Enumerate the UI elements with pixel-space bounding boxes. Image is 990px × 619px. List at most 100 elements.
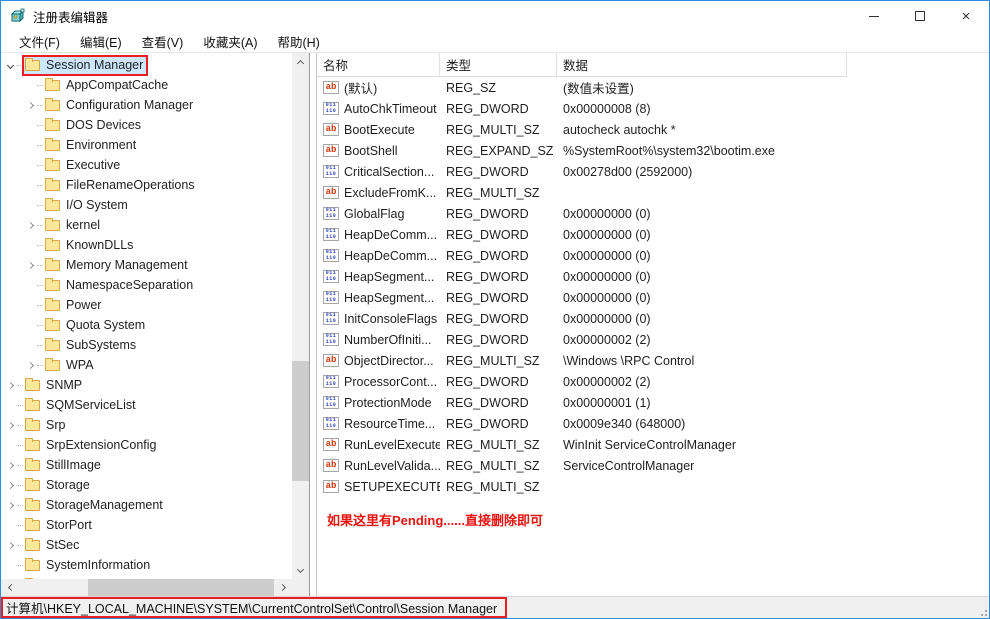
tree-item[interactable]: StorPort: [1, 515, 292, 535]
expand-chevron-icon[interactable]: [23, 175, 37, 195]
tree-item[interactable]: WPA: [1, 355, 292, 375]
registry-value-row[interactable]: ab ObjectDirector... REG_MULTI_SZ \Windo…: [317, 350, 989, 371]
expand-chevron-icon[interactable]: [3, 515, 17, 535]
registry-value-row[interactable]: ab ExcludeFromK... REG_MULTI_SZ: [317, 182, 989, 203]
value-data: 0x00000002 (2): [557, 375, 989, 389]
expand-chevron-icon[interactable]: [3, 535, 17, 555]
tree-item[interactable]: Environment: [1, 135, 292, 155]
tree-item[interactable]: kernel: [1, 215, 292, 235]
expand-chevron-icon[interactable]: [23, 315, 37, 335]
registry-value-row[interactable]: 011110 ResourceTime... REG_DWORD 0x0009e…: [317, 413, 989, 434]
menu-item-2[interactable]: 查看(V): [132, 30, 194, 53]
expand-chevron-icon[interactable]: [3, 55, 17, 75]
tree-item[interactable]: Srp: [1, 415, 292, 435]
expand-chevron-icon[interactable]: [23, 195, 37, 215]
expand-chevron-icon[interactable]: [23, 115, 37, 135]
registry-value-row[interactable]: ab SETUPEXECUTE REG_MULTI_SZ: [317, 476, 989, 497]
menu-item-1[interactable]: 编辑(E): [70, 30, 132, 53]
registry-value-row[interactable]: ab (默认) REG_SZ (数值未设置): [317, 77, 989, 98]
tree-item[interactable]: SQMServiceList: [1, 395, 292, 415]
expand-chevron-icon[interactable]: [23, 75, 37, 95]
tree-dotted-line: [37, 165, 43, 166]
folder-icon: [45, 260, 60, 271]
expand-chevron-icon[interactable]: [23, 215, 37, 235]
registry-value-row[interactable]: 011110 AutoChkTimeout REG_DWORD 0x000000…: [317, 98, 989, 119]
close-button[interactable]: ×: [943, 1, 989, 31]
registry-value-row[interactable]: ab RunLevelValida... REG_MULTI_SZ Servic…: [317, 455, 989, 476]
registry-value-row[interactable]: ab RunLevelExecute REG_MULTI_SZ WinInit …: [317, 434, 989, 455]
expand-chevron-icon[interactable]: [23, 355, 37, 375]
tree-item[interactable]: StSec: [1, 535, 292, 555]
scroll-up-icon[interactable]: [292, 53, 309, 70]
tree-vertical-scrollbar[interactable]: [292, 53, 309, 579]
expand-chevron-icon[interactable]: [3, 555, 17, 575]
tree-item[interactable]: AppCompatCache: [1, 75, 292, 95]
value-data: autocheck autochk *: [557, 123, 989, 137]
tree-item[interactable]: Memory Management: [1, 255, 292, 275]
tree-item[interactable]: I/O System: [1, 195, 292, 215]
minimize-button[interactable]: [851, 1, 897, 31]
expand-chevron-icon[interactable]: [3, 395, 17, 415]
tree-item[interactable]: StorageManagement: [1, 495, 292, 515]
string-value-icon: ab: [323, 480, 339, 493]
expand-chevron-icon[interactable]: [23, 155, 37, 175]
registry-value-row[interactable]: 011110 HeapSegment... REG_DWORD 0x000000…: [317, 287, 989, 308]
expand-chevron-icon[interactable]: [23, 135, 37, 155]
registry-value-row[interactable]: 011110 ProtectionMode REG_DWORD 0x000000…: [317, 392, 989, 413]
registry-value-row[interactable]: ab BootShell REG_EXPAND_SZ %SystemRoot%\…: [317, 140, 989, 161]
vertical-scroll-thumb[interactable]: [292, 361, 309, 481]
expand-chevron-icon[interactable]: [23, 95, 37, 115]
registry-value-row[interactable]: 011110 ProcessorCont... REG_DWORD 0x0000…: [317, 371, 989, 392]
column-header-type[interactable]: 类型: [440, 53, 557, 77]
value-type: REG_DWORD: [440, 270, 557, 284]
value-type: REG_DWORD: [440, 417, 557, 431]
tree-item[interactable]: SNMP: [1, 375, 292, 395]
registry-value-row[interactable]: 011110 InitConsoleFlags REG_DWORD 0x0000…: [317, 308, 989, 329]
tree-item[interactable]: StillImage: [1, 455, 292, 475]
tree-item[interactable]: Executive: [1, 155, 292, 175]
resize-grip-icon[interactable]: [976, 605, 987, 616]
maximize-button[interactable]: [897, 1, 943, 31]
tree-item[interactable]: SrpExtensionConfig: [1, 435, 292, 455]
tree-item[interactable]: DOS Devices: [1, 115, 292, 135]
registry-value-row[interactable]: ab BootExecute REG_MULTI_SZ autocheck au…: [317, 119, 989, 140]
expand-chevron-icon[interactable]: [3, 455, 17, 475]
registry-value-row[interactable]: 011110 HeapDeComm... REG_DWORD 0x0000000…: [317, 245, 989, 266]
registry-value-row[interactable]: 011110 GlobalFlag REG_DWORD 0x00000000 (…: [317, 203, 989, 224]
registry-value-row[interactable]: 011110 NumberOfIniti... REG_DWORD 0x0000…: [317, 329, 989, 350]
column-header-data[interactable]: 数据: [557, 53, 847, 77]
horizontal-scroll-thumb[interactable]: [88, 579, 274, 596]
tree-item[interactable]: Storage: [1, 475, 292, 495]
tree-item[interactable]: Configuration Manager: [1, 95, 292, 115]
expand-chevron-icon[interactable]: [3, 495, 17, 515]
registry-value-row[interactable]: 011110 HeapSegment... REG_DWORD 0x000000…: [317, 266, 989, 287]
expand-chevron-icon[interactable]: [3, 435, 17, 455]
tree-horizontal-scrollbar[interactable]: [1, 579, 292, 596]
expand-chevron-icon[interactable]: [23, 335, 37, 355]
expand-chevron-icon[interactable]: [3, 415, 17, 435]
expand-chevron-icon[interactable]: [23, 295, 37, 315]
scroll-down-icon[interactable]: [292, 562, 309, 579]
tree-item[interactable]: FileRenameOperations: [1, 175, 292, 195]
tree-item[interactable]: NamespaceSeparation: [1, 275, 292, 295]
menu-item-0[interactable]: 文件(F): [9, 30, 70, 53]
scroll-left-icon[interactable]: [1, 579, 18, 596]
menu-item-3[interactable]: 收藏夹(A): [193, 30, 267, 53]
tree-item[interactable]: Power: [1, 295, 292, 315]
tree-item[interactable]: SystemInformation: [1, 555, 292, 575]
tree-item[interactable]: Quota System: [1, 315, 292, 335]
value-name: HeapDeComm...: [344, 249, 437, 263]
expand-chevron-icon[interactable]: [3, 375, 17, 395]
tree-item[interactable]: SubSystems: [1, 335, 292, 355]
tree-item[interactable]: Session Manager: [1, 55, 292, 75]
expand-chevron-icon[interactable]: [3, 475, 17, 495]
expand-chevron-icon[interactable]: [23, 235, 37, 255]
column-header-name[interactable]: 名称: [317, 53, 440, 77]
registry-value-row[interactable]: 011110 CriticalSection... REG_DWORD 0x00…: [317, 161, 989, 182]
registry-value-row[interactable]: 011110 HeapDeComm... REG_DWORD 0x0000000…: [317, 224, 989, 245]
menu-item-4[interactable]: 帮助(H): [267, 30, 329, 53]
tree-item[interactable]: KnownDLLs: [1, 235, 292, 255]
expand-chevron-icon[interactable]: [23, 275, 37, 295]
expand-chevron-icon[interactable]: [23, 255, 37, 275]
scroll-right-icon[interactable]: [275, 579, 292, 596]
